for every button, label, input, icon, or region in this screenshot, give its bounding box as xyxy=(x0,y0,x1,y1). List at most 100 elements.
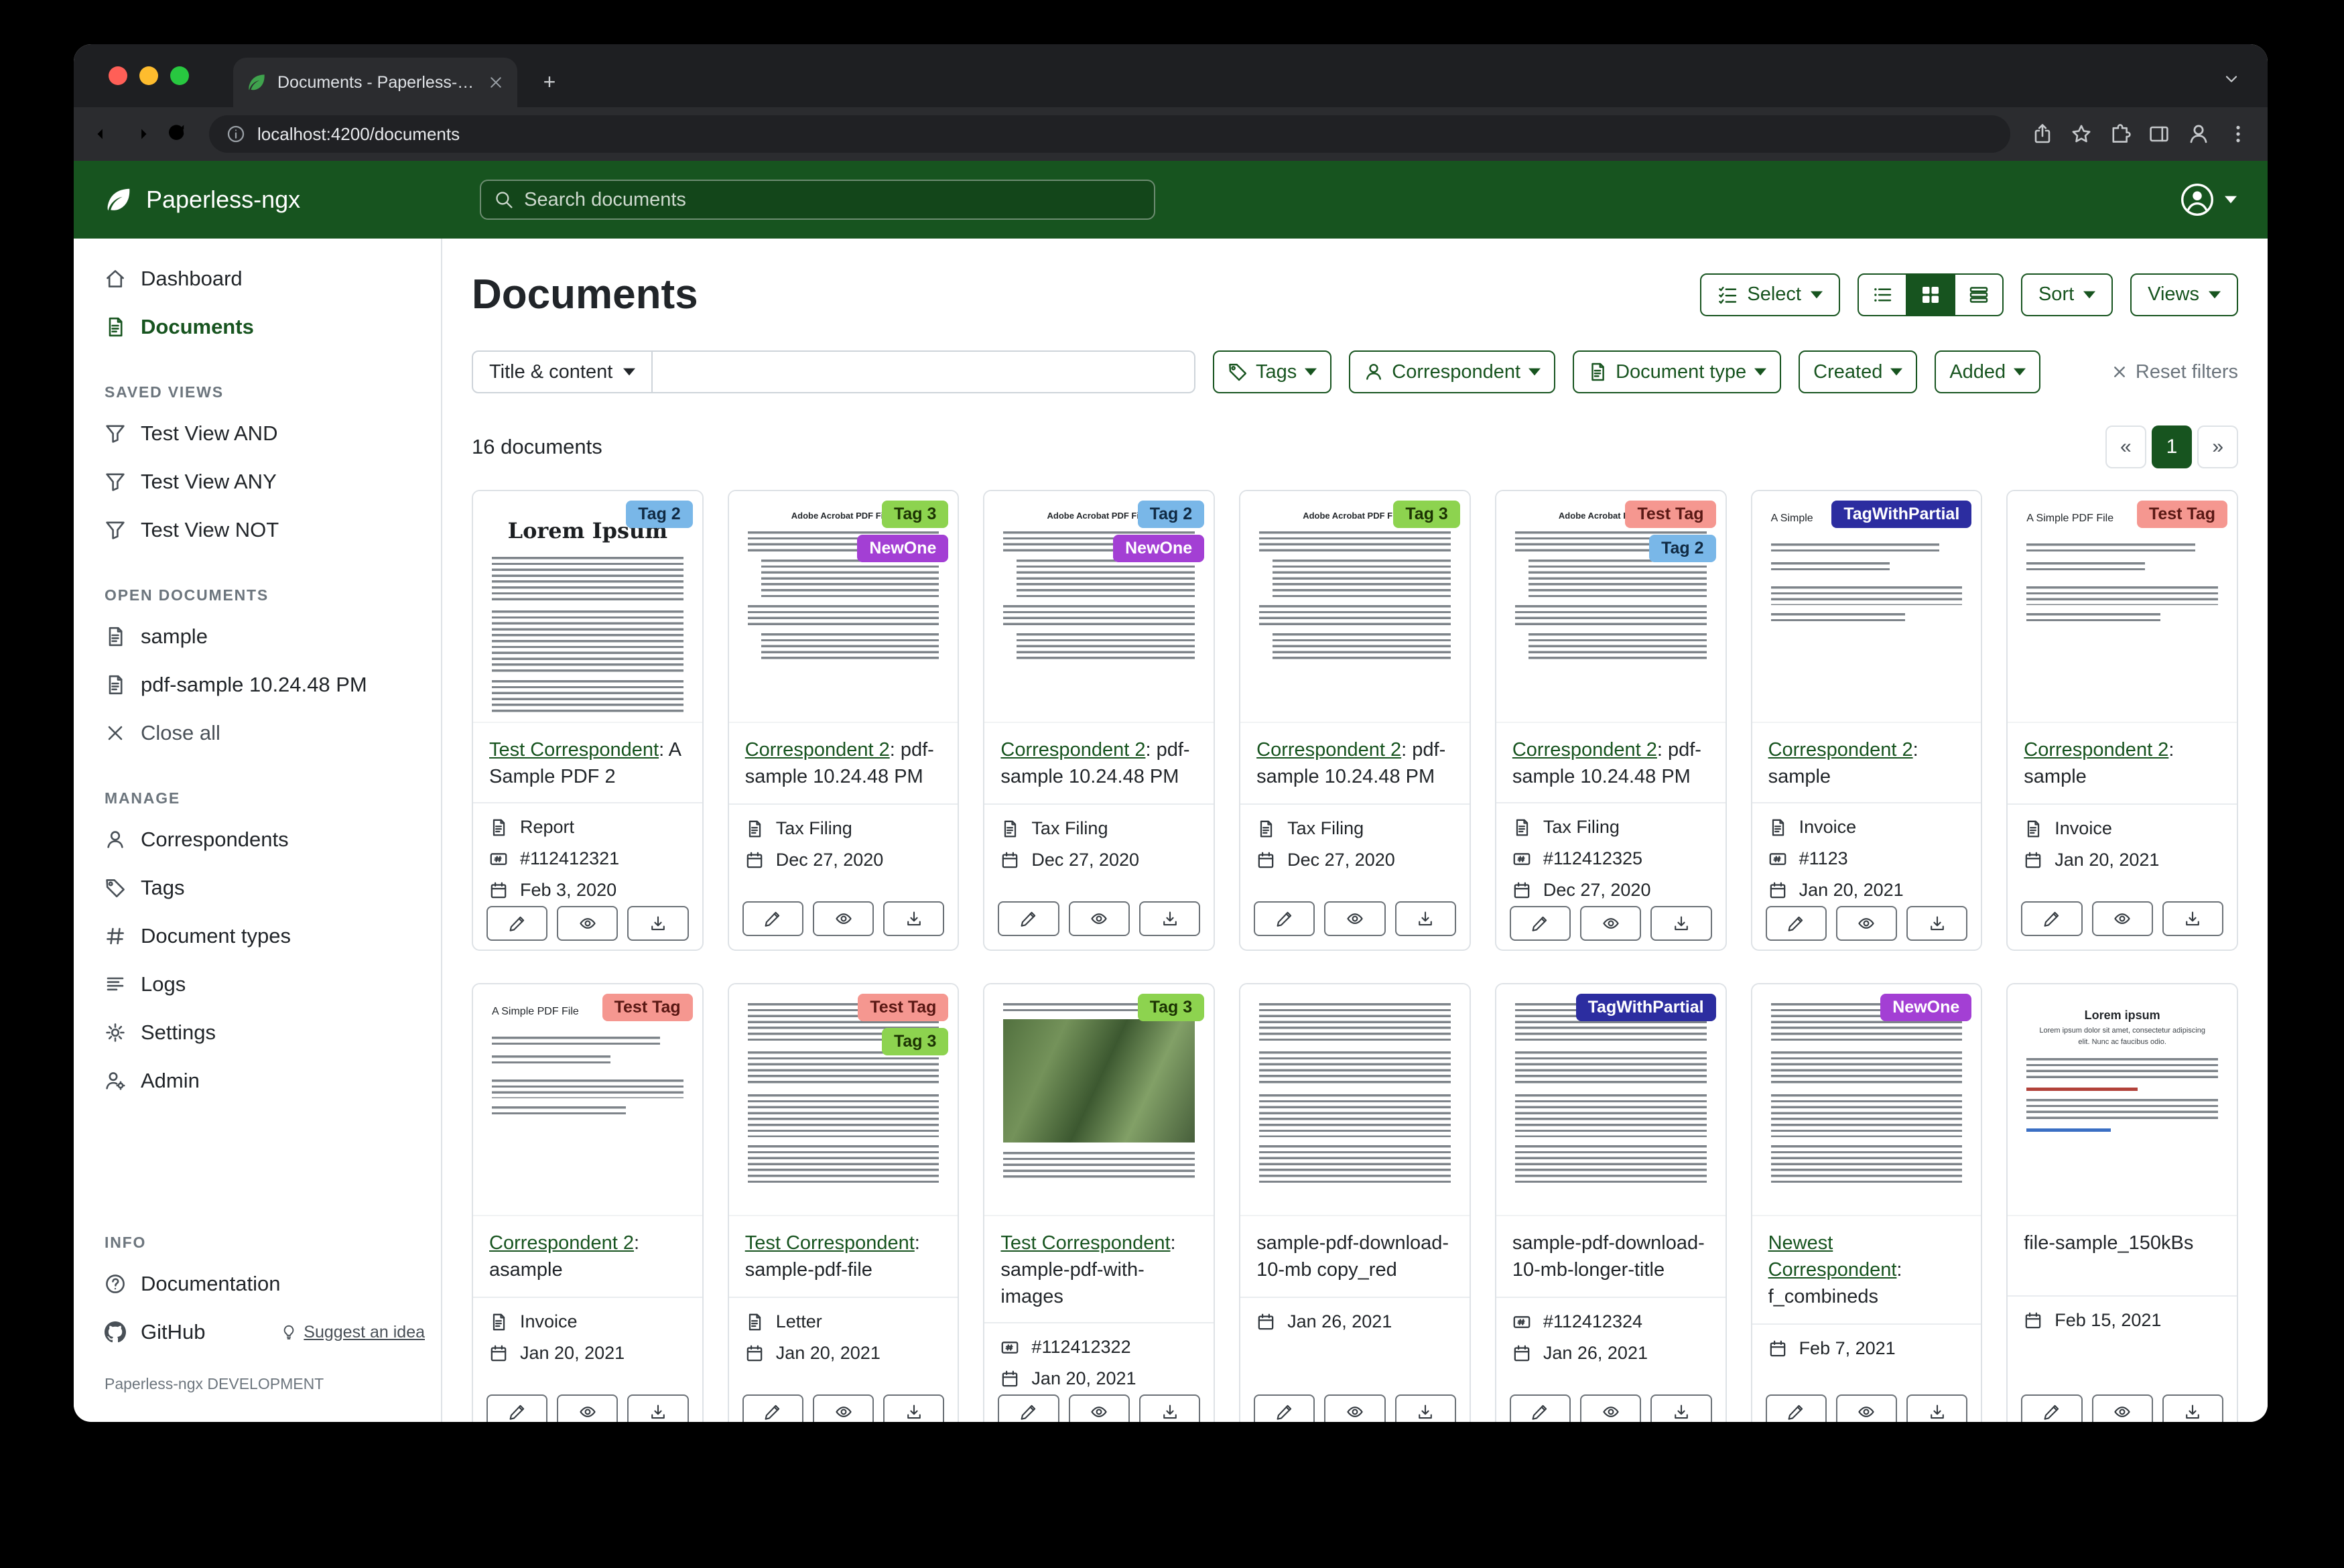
download-button[interactable] xyxy=(1395,901,1456,936)
sort-button[interactable]: Sort xyxy=(2021,273,2113,316)
view-button[interactable] xyxy=(813,901,874,936)
document-thumbnail[interactable]: A Simple TagWithPartial xyxy=(1752,491,1981,723)
sidebar-item-close-all[interactable]: Close all xyxy=(74,709,441,757)
document-thumbnail[interactable]: A Simple PDF File Test Tag xyxy=(473,984,702,1216)
download-button[interactable] xyxy=(627,1394,688,1422)
document-thumbnail[interactable]: Lorem Ipsum Tag 2 xyxy=(473,491,702,723)
tag-badge[interactable]: NewOne xyxy=(857,535,948,562)
edit-button[interactable] xyxy=(1766,906,1827,941)
document-thumbnail[interactable]: Test Tag Tag 3 xyxy=(729,984,958,1216)
correspondent-link[interactable]: Correspondent 2 xyxy=(2024,739,2168,761)
document-type-filter-button[interactable]: Document type xyxy=(1573,350,1781,393)
tag-badge[interactable]: Tag 3 xyxy=(882,501,948,528)
tab-search-chevron-icon[interactable] xyxy=(2222,69,2241,94)
view-button[interactable] xyxy=(557,906,618,941)
download-button[interactable] xyxy=(1650,906,1711,941)
document-thumbnail[interactable]: TagWithPartial xyxy=(1496,984,1726,1216)
tag-badge[interactable]: Tag 3 xyxy=(882,1028,948,1055)
tag-badge[interactable]: Test Tag xyxy=(602,994,693,1021)
browser-menu-kebab-icon[interactable] xyxy=(2227,123,2249,145)
filter-text-input[interactable] xyxy=(653,350,1195,393)
download-button[interactable] xyxy=(2162,1394,2223,1422)
view-button[interactable] xyxy=(1324,901,1385,936)
edit-button[interactable] xyxy=(2021,1394,2082,1422)
document-thumbnail[interactable]: Adobe Acrobat PDF Files Tag 2NewOne xyxy=(984,491,1214,723)
correspondent-link[interactable]: Test Correspondent xyxy=(1000,1232,1170,1254)
view-details-button[interactable] xyxy=(1954,273,2004,316)
sidebar-item-dashboard[interactable]: Dashboard xyxy=(74,255,441,303)
download-button[interactable] xyxy=(627,906,688,941)
edit-button[interactable] xyxy=(486,1394,547,1422)
tag-badge[interactable]: NewOne xyxy=(1880,994,1971,1021)
document-thumbnail[interactable] xyxy=(1240,984,1470,1216)
correspondent-link[interactable]: Test Correspondent xyxy=(745,1232,915,1254)
sidebar-item-open-doc-pdf-sample[interactable]: pdf-sample 10.24.48 PM xyxy=(74,661,441,709)
created-filter-button[interactable]: Created xyxy=(1799,350,1917,393)
view-button[interactable] xyxy=(1580,1394,1641,1422)
sidebar-item-document-types[interactable]: Document types xyxy=(74,912,441,960)
pagination-prev[interactable]: « xyxy=(2105,426,2146,468)
correspondent-link[interactable]: Correspondent 2 xyxy=(489,1232,634,1254)
views-button[interactable]: Views xyxy=(2130,273,2238,316)
tag-badge[interactable]: Tag 2 xyxy=(1138,501,1204,528)
extensions-puzzle-icon[interactable] xyxy=(2109,123,2131,145)
address-bar[interactable]: localhost:4200/documents xyxy=(209,115,2010,153)
correspondent-link[interactable]: Correspondent 2 xyxy=(745,739,890,761)
tag-badge[interactable]: NewOne xyxy=(1113,535,1204,562)
correspondent-link[interactable]: Correspondent 2 xyxy=(1256,739,1401,761)
view-button[interactable] xyxy=(1069,901,1130,936)
back-icon[interactable] xyxy=(92,123,115,145)
document-thumbnail[interactable]: NewOne xyxy=(1752,984,1981,1216)
sidebar-item-documentation[interactable]: Documentation xyxy=(74,1260,441,1308)
sidebar-item-open-doc-sample[interactable]: sample xyxy=(74,612,441,661)
download-button[interactable] xyxy=(1906,1394,1967,1422)
edit-button[interactable] xyxy=(1766,1394,1827,1422)
document-thumbnail[interactable]: Adobe Acrobat PDF Files Tag 3 xyxy=(1240,491,1470,723)
reset-filters-button[interactable]: Reset filters xyxy=(2111,361,2238,383)
view-button[interactable] xyxy=(1580,906,1641,941)
view-grid-button[interactable] xyxy=(1906,273,1955,316)
download-button[interactable] xyxy=(1395,1394,1456,1422)
correspondent-link[interactable]: Newest Correspondent xyxy=(1768,1232,1897,1281)
document-thumbnail[interactable]: Adobe Acrobat PDF Files Test TagTag 2 xyxy=(1496,491,1726,723)
download-button[interactable] xyxy=(883,1394,944,1422)
share-icon[interactable] xyxy=(2032,123,2053,145)
correspondent-link[interactable]: Correspondent 2 xyxy=(1000,739,1145,761)
site-info-icon[interactable] xyxy=(226,125,245,143)
sidebar-item-correspondents[interactable]: Correspondents xyxy=(74,815,441,864)
document-thumbnail[interactable]: Lorem ipsum Lorem ipsum dolor sit amet, … xyxy=(2008,984,2237,1216)
sidebar-item-test-view-not[interactable]: Test View NOT xyxy=(74,506,441,554)
edit-button[interactable] xyxy=(1254,1394,1315,1422)
correspondent-link[interactable]: Test Correspondent xyxy=(489,739,659,761)
bookmark-star-icon[interactable] xyxy=(2071,123,2092,145)
sidebar-item-github[interactable]: GitHub Suggest an idea xyxy=(74,1308,441,1356)
tag-badge[interactable]: Tag 2 xyxy=(1649,535,1715,562)
tab-close-icon[interactable] xyxy=(488,74,504,90)
user-menu[interactable] xyxy=(2179,182,2237,218)
reload-icon[interactable] xyxy=(165,123,188,145)
browser-profile-icon[interactable] xyxy=(2187,123,2210,145)
title-content-dropdown[interactable]: Title & content xyxy=(472,350,653,393)
document-thumbnail[interactable]: Adobe Acrobat PDF Files Tag 3NewOne xyxy=(729,491,958,723)
download-button[interactable] xyxy=(1906,906,1967,941)
url-text[interactable]: localhost:4200/documents xyxy=(257,124,460,145)
sidebar-item-settings[interactable]: Settings xyxy=(74,1008,441,1057)
correspondent-filter-button[interactable]: Correspondent xyxy=(1349,350,1555,393)
sidebar-item-test-view-and[interactable]: Test View AND xyxy=(74,409,441,458)
forward-icon[interactable] xyxy=(129,123,151,145)
sidebar-item-logs[interactable]: Logs xyxy=(74,960,441,1008)
tag-badge[interactable]: Tag 3 xyxy=(1393,501,1459,528)
tag-badge[interactable]: Test Tag xyxy=(858,994,948,1021)
zoom-window-button[interactable] xyxy=(170,66,189,85)
view-button[interactable] xyxy=(2092,1394,2153,1422)
sidebar-item-test-view-any[interactable]: Test View ANY xyxy=(74,458,441,506)
edit-button[interactable] xyxy=(2021,901,2082,936)
edit-button[interactable] xyxy=(742,1394,803,1422)
pagination-page-1[interactable]: 1 xyxy=(2152,426,2193,468)
search-input[interactable] xyxy=(524,189,1141,211)
edit-button[interactable] xyxy=(1254,901,1315,936)
download-button[interactable] xyxy=(1650,1394,1711,1422)
sidebar-item-tags[interactable]: Tags xyxy=(74,864,441,912)
side-panel-icon[interactable] xyxy=(2148,123,2170,145)
tag-badge[interactable]: Tag 3 xyxy=(1138,994,1204,1021)
